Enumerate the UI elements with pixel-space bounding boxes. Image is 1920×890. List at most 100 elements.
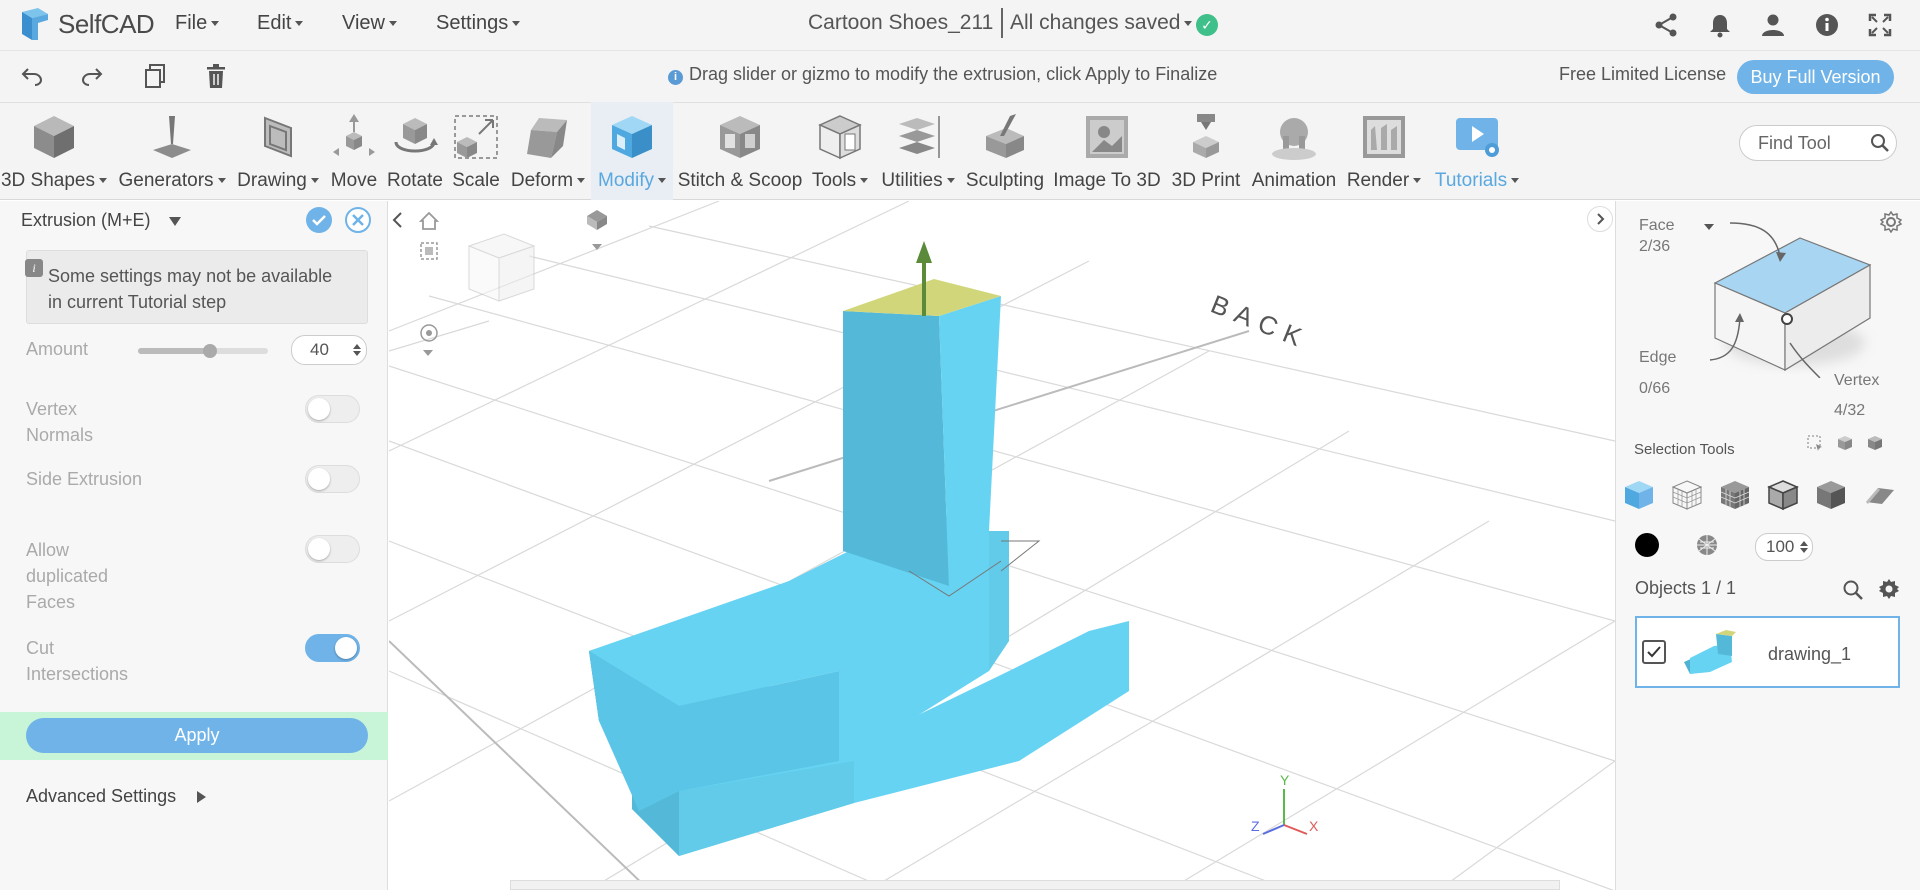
buy-full-version-button[interactable]: Buy Full Version [1737, 60, 1894, 94]
menu-edit[interactable]: Edit [257, 12, 303, 35]
collapse-right-panel-button[interactable] [1587, 206, 1613, 232]
fullscreen-icon[interactable] [1867, 12, 1893, 38]
saved-check-icon: ✓ [1196, 14, 1218, 36]
share-icon[interactable] [1653, 12, 1679, 38]
copy-icon[interactable] [143, 63, 167, 89]
3d-print-icon [1193, 114, 1219, 158]
allow-duplicated-faces-toggle[interactable] [305, 535, 360, 563]
objects-header: Objects 1 / 1 [1635, 578, 1737, 598]
object-visibility-checkbox[interactable] [1642, 640, 1666, 664]
selection-tools-label: Selection Tools [1634, 441, 1735, 458]
cancel-button[interactable] [345, 207, 371, 233]
opacity-stepper-icon[interactable] [1799, 540, 1809, 554]
color-swatch[interactable] [1635, 533, 1659, 557]
grid-select-icon[interactable] [1670, 478, 1704, 512]
select-box-icon[interactable] [1806, 434, 1824, 452]
advanced-settings[interactable]: Advanced Settings [26, 786, 207, 807]
cut-intersections-toggle[interactable] [305, 634, 360, 662]
vertex-normals-label: Vertex Normals [26, 399, 94, 445]
side-extrusion-label: Side Extrusion [26, 469, 143, 489]
tool-generators[interactable]: Generators [113, 102, 231, 200]
dropdown-icon[interactable] [422, 348, 434, 358]
vertex-normals-toggle[interactable] [305, 395, 360, 423]
bell-icon[interactable] [1707, 12, 1733, 38]
undo-icon[interactable] [20, 64, 44, 88]
tool-modify[interactable]: Modify [591, 102, 673, 200]
cube-icon [34, 116, 74, 158]
fit-view-icon[interactable] [418, 240, 440, 262]
face-select-icon[interactable] [1622, 478, 1656, 512]
edge-select-icon[interactable] [1766, 478, 1800, 512]
menu-file[interactable]: File [175, 12, 219, 35]
document-title[interactable]: Cartoon Shoes_211 [808, 11, 993, 35]
user-icon[interactable] [1760, 12, 1786, 38]
solid-select-icon[interactable] [1814, 478, 1848, 512]
select-object-icon[interactable] [1836, 434, 1854, 452]
notice-info-icon: i [25, 259, 43, 277]
redo-icon[interactable] [80, 64, 104, 88]
tool-animation[interactable]: Animation [1248, 102, 1340, 200]
tool-tutorials[interactable]: Tutorials [1428, 102, 1526, 200]
object-settings-gear-icon[interactable] [1878, 578, 1900, 600]
search-icon[interactable] [1870, 133, 1890, 153]
main-axis-line-2 [768, 330, 1250, 482]
close-icon [352, 214, 364, 226]
tool-utilities[interactable]: Utilities [876, 102, 960, 200]
tool-tools[interactable]: Tools [808, 102, 872, 200]
camera-dropdown-icon[interactable] [591, 242, 603, 252]
save-status[interactable]: All changes saved [1010, 11, 1192, 35]
selection-mode-cube[interactable] [1700, 218, 1880, 378]
hint-message: Drag slider or gizmo to modify the extru… [689, 64, 1218, 84]
tool-render[interactable]: Render [1344, 102, 1424, 200]
perspective-icon[interactable] [418, 322, 440, 344]
tool-3d-print[interactable]: 3D Print [1166, 102, 1246, 200]
amount-input[interactable]: 40 [291, 335, 367, 365]
tool-drawing[interactable]: Drawing [234, 102, 322, 200]
menu-settings[interactable]: Settings [436, 12, 520, 35]
mesh-select-icon[interactable] [1718, 478, 1752, 512]
panel-title[interactable]: Extrusion (M+E) [21, 210, 182, 231]
collapse-left-panel-icon[interactable] [390, 210, 406, 230]
axis-indicator: Y X Z [1251, 772, 1319, 835]
viewport-scrollbar[interactable] [510, 880, 1560, 890]
tool-scale[interactable]: Scale [448, 102, 504, 200]
view-cube[interactable] [467, 233, 536, 302]
tool-stitch-scoop[interactable]: Stitch & Scoop [676, 102, 804, 200]
object-search-icon[interactable] [1842, 579, 1864, 601]
tool-move[interactable]: Move [326, 102, 382, 200]
plane-select-icon[interactable] [1862, 478, 1896, 512]
shoe-model[interactable] [589, 241, 1129, 856]
3d-viewport[interactable]: BACK Y X Z [389, 201, 1615, 890]
face-label: Face [1639, 217, 1675, 234]
stepper-icon[interactable] [352, 343, 362, 357]
tool-rotate[interactable]: Rotate [384, 102, 446, 200]
allow-duplicated-faces-label: Allow duplicated Faces [26, 540, 109, 612]
cut-intersections-label: Cut Intersections [26, 638, 129, 684]
home-icon[interactable] [418, 210, 440, 232]
gizmo-arrow-icon[interactable] [916, 241, 932, 263]
opacity-input[interactable]: 100 [1755, 533, 1813, 561]
select-solid-icon[interactable] [1866, 434, 1884, 452]
vertex-count: 4/32 [1834, 402, 1866, 419]
side-extrusion-toggle[interactable] [305, 465, 360, 493]
chevron-right-icon [1597, 213, 1605, 225]
apply-button[interactable]: Apply [26, 718, 368, 753]
amount-slider-handle[interactable] [202, 344, 217, 358]
amount-slider[interactable] [138, 344, 268, 358]
confirm-button[interactable] [306, 207, 332, 233]
info-icon[interactable] [1814, 12, 1840, 38]
sculpting-icon [986, 114, 1024, 158]
gear-icon[interactable] [1880, 211, 1902, 233]
image-to-3d-icon [1086, 116, 1128, 158]
menu-view[interactable]: View [342, 12, 397, 35]
texture-icon[interactable] [1695, 533, 1719, 557]
tool-image-to-3d[interactable]: Image To 3D [1052, 102, 1162, 200]
tool-sculpting[interactable]: Sculpting [962, 102, 1048, 200]
app-logo[interactable]: SelfCAD [18, 4, 155, 44]
delete-icon[interactable] [204, 62, 228, 90]
tool-3d-shapes[interactable]: 3D Shapes [0, 102, 108, 200]
face-count: 2/36 [1639, 238, 1671, 255]
drawing-icon [264, 116, 292, 158]
tool-deform[interactable]: Deform [508, 102, 588, 200]
camera-view-icon[interactable] [585, 208, 609, 232]
